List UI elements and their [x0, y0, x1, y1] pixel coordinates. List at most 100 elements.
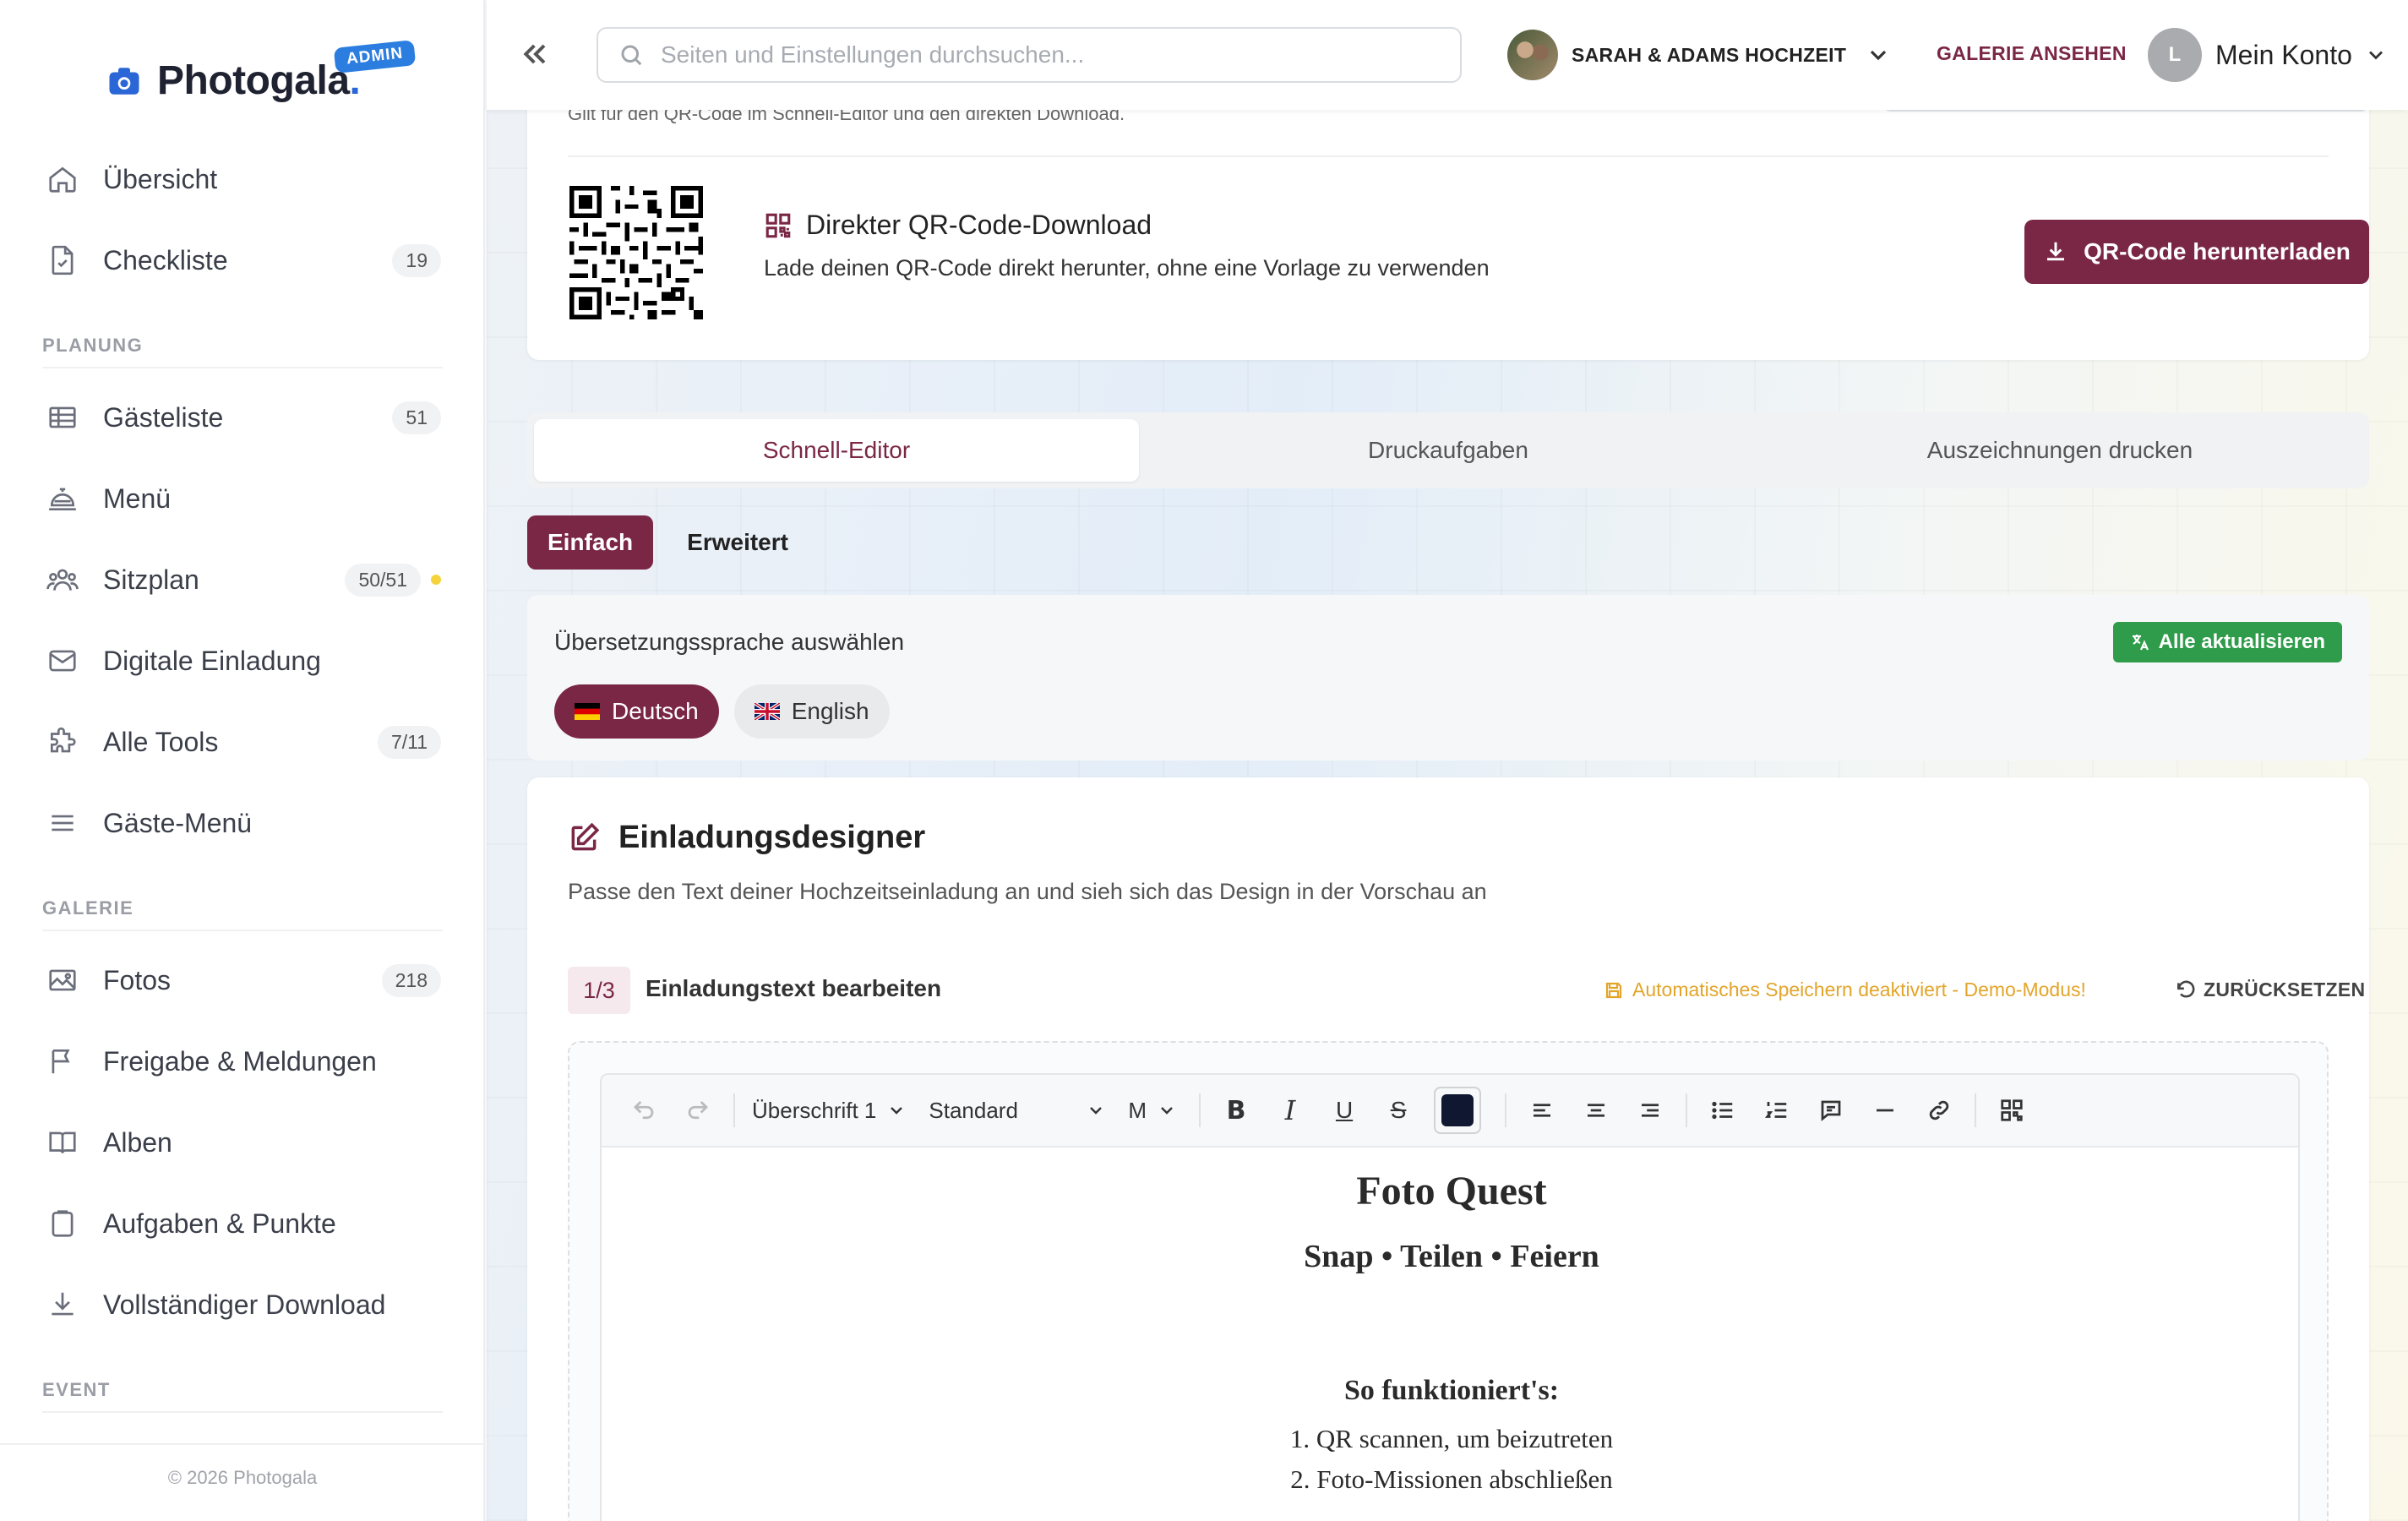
top-header: SARAH & ADAMS HOCHZEIT GALERIE ANSEHEN L… [487, 0, 2408, 110]
toolbar-divider [1199, 1093, 1201, 1127]
sidebar-item-gaeste-menue[interactable]: Gäste-Menü [44, 798, 441, 848]
comment-button[interactable] [1812, 1092, 1850, 1129]
mode-einfach[interactable]: Einfach [527, 515, 654, 570]
qr-title: Direkter QR-Code-Download [806, 210, 1152, 240]
mode-toggle: Einfach Erweitert [527, 515, 822, 570]
italic-button[interactable]: I [1272, 1092, 1309, 1129]
sidebar-item-label: Alben [103, 1126, 172, 1158]
underline-button[interactable]: U [1326, 1092, 1363, 1129]
designer-title-row: Einladungsdesigner [568, 820, 925, 856]
count-badge: 51 [392, 401, 441, 434]
bullet-list-button[interactable] [1704, 1092, 1741, 1129]
language-english[interactable]: English [733, 684, 890, 739]
mode-erweitert[interactable]: Erweitert [667, 515, 809, 570]
tab-schnell-editor[interactable]: Schnell-Editor [534, 419, 1139, 482]
update-all-label: Alle aktualisieren [2158, 630, 2325, 653]
align-center-button[interactable] [1577, 1092, 1615, 1129]
text-color-picker[interactable] [1434, 1087, 1482, 1134]
italic-icon: I [1284, 1094, 1296, 1126]
account-menu[interactable]: L Mein Konto [2148, 27, 2388, 83]
download-icon [2047, 242, 2065, 261]
menu-lines-icon [44, 804, 81, 842]
search-input[interactable] [661, 41, 1421, 68]
heading-select[interactable]: Überschrift 1 [752, 1098, 907, 1124]
horizontal-rule-button[interactable] [1866, 1092, 1904, 1129]
language-deutsch[interactable]: Deutsch [554, 684, 719, 739]
admin-badge: ADMIN [333, 40, 417, 74]
sidebar-item-download[interactable]: Vollständiger Download [44, 1279, 441, 1330]
document-title: Foto Quest [1356, 1169, 1547, 1213]
language-options: Deutsch English [554, 684, 905, 739]
numbered-list-button[interactable] [1758, 1092, 1795, 1129]
puzzle-icon [44, 723, 81, 760]
reset-button[interactable]: ZURÜCKSETZEN [2175, 979, 2365, 1001]
insert-qr-button[interactable] [1993, 1092, 2030, 1129]
sidebar-item-sitzplan[interactable]: Sitzplan 50/51 [44, 554, 441, 605]
toolbar-divider [1505, 1093, 1507, 1127]
autosave-status: Automatisches Speichern deaktiviert - De… [1604, 979, 2086, 1001]
bullet-list-icon [1712, 1101, 1733, 1120]
sidebar-item-label: Alle Tools [103, 726, 219, 757]
strikethrough-icon: S [1390, 1097, 1407, 1123]
tab-druckaufgaben[interactable]: Druckaufgaben [1146, 419, 1751, 482]
align-right-button[interactable] [1632, 1092, 1669, 1129]
bold-button[interactable]: B [1218, 1092, 1255, 1129]
sidebar-item-menue[interactable]: Menü [44, 473, 441, 524]
sidebar-item-label: Fotos [103, 964, 172, 995]
sidebar-item-uebersicht[interactable]: Übersicht [44, 154, 441, 204]
sidebar-item-label: Menü [103, 482, 172, 514]
people-icon [44, 561, 81, 598]
tab-auszeichnungen[interactable]: Auszeichnungen drucken [1757, 419, 2362, 482]
editor-tabs: Schnell-Editor Druckaufgaben Auszeichnun… [527, 412, 2369, 488]
flag-icon [44, 1043, 81, 1080]
qr-icon [2001, 1099, 2023, 1121]
strike-button[interactable]: S [1380, 1092, 1417, 1129]
font-select[interactable]: Standard [929, 1098, 1106, 1124]
section-label-event: EVENT [42, 1379, 111, 1400]
align-left-icon [1534, 1104, 1551, 1117]
heading-value: Überschrift 1 [752, 1097, 877, 1123]
undo-icon [2177, 980, 2195, 998]
undo-button[interactable] [625, 1092, 662, 1129]
search-bar[interactable] [597, 27, 1462, 83]
brand-name: Photogala. [157, 58, 361, 103]
divider [42, 367, 443, 368]
sidebar-item-checkliste[interactable]: Checkliste 19 [44, 235, 441, 286]
sidebar-item-digitale-einladung[interactable]: Digitale Einladung [44, 635, 441, 686]
search-icon [621, 45, 642, 66]
avatar: L [2148, 28, 2202, 82]
update-all-button[interactable]: Alle aktualisieren [2112, 622, 2342, 662]
sidebar-item-alle-tools[interactable]: Alle Tools 7/11 [44, 717, 441, 767]
download-qr-button[interactable]: QR-Code herunterladen [2024, 220, 2369, 284]
sidebar-item-label: Vollständiger Download [103, 1289, 386, 1320]
sidebar-item-aufgaben[interactable]: Aufgaben & Punkte [44, 1198, 441, 1249]
sidebar-item-fotos[interactable]: Fotos 218 [44, 955, 441, 1006]
qr-description: Lade deinen QR-Code direkt herunter, ohn… [764, 255, 1490, 281]
size-select[interactable]: M [1128, 1098, 1177, 1124]
size-value: M [1128, 1097, 1147, 1123]
event-avatar [1507, 30, 1558, 80]
sidebar-item-label: Sitzplan [103, 564, 199, 595]
count-badge: 50/51 [345, 563, 421, 597]
horizontal-rule-icon [1877, 1109, 1894, 1112]
status-dot [431, 575, 441, 585]
chevrons-left-icon [523, 44, 546, 64]
redo-button[interactable] [679, 1092, 716, 1129]
qr-code-image [569, 186, 703, 319]
collapse-sidebar-button[interactable] [519, 37, 553, 71]
uk-flag-icon [754, 703, 780, 720]
copyright: © 2026 Photogala [167, 1467, 318, 1488]
sidebar-item-gaesteliste[interactable]: Gästeliste 51 [44, 392, 441, 443]
view-gallery-link[interactable]: GALERIE ANSEHEN [1937, 42, 2127, 65]
rich-text-editor[interactable]: Überschrift 1 Standard M B I U S Foto Qu… [600, 1073, 2300, 1521]
invitation-document[interactable]: Foto Quest Snap • Teilen • Feiern So fun… [602, 1156, 2302, 1495]
align-left-button[interactable] [1523, 1092, 1561, 1129]
sidebar-item-freigabe[interactable]: Freigabe & Meldungen [44, 1036, 441, 1087]
sidebar: Photogala. ADMIN Übersicht Checkliste 19… [0, 0, 485, 1521]
link-button[interactable] [1920, 1092, 1958, 1129]
cloche-icon [44, 480, 81, 517]
logo[interactable]: Photogala. [106, 57, 361, 104]
table-icon [44, 399, 81, 436]
sidebar-item-alben[interactable]: Alben [44, 1117, 441, 1168]
event-selector[interactable]: SARAH & ADAMS HOCHZEIT [1507, 29, 1892, 81]
